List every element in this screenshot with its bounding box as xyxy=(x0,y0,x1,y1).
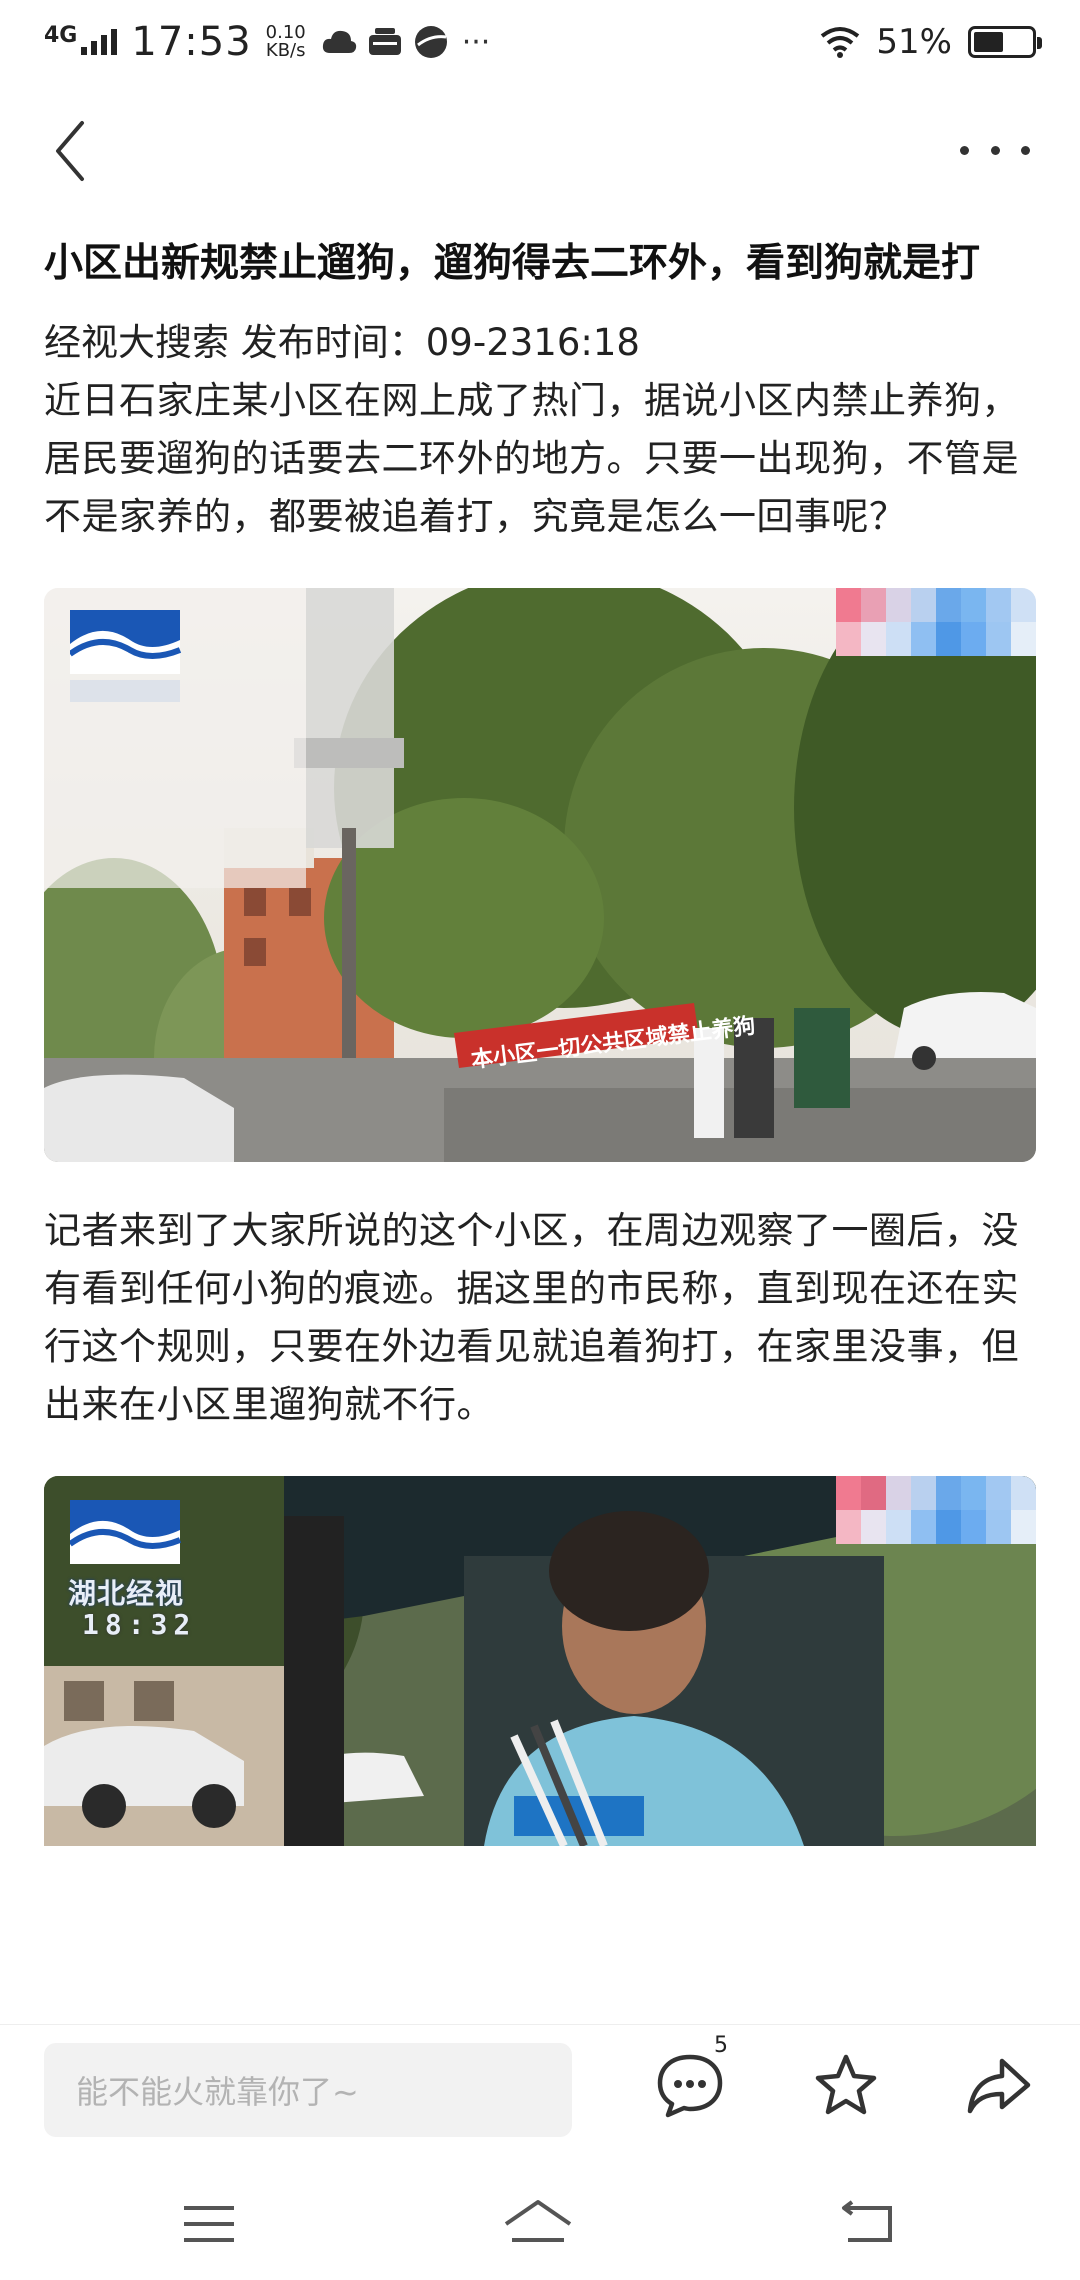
comment-icon xyxy=(657,2054,723,2118)
star-icon xyxy=(815,2054,877,2115)
status-left: 4G 17:53 0.10 KB/s ··· xyxy=(44,19,490,65)
broadcast-clock: 18:32 xyxy=(82,1608,197,1641)
network-speed: 0.10 KB/s xyxy=(266,24,306,60)
chevron-left-icon xyxy=(56,121,84,181)
cell-signal: 4G xyxy=(44,25,118,55)
browser-icon xyxy=(414,26,447,58)
article-image-1[interactable]: 本小区一切公共区域禁止养狗 xyxy=(44,588,1036,1162)
more-notifications-icon: ··· xyxy=(461,24,491,60)
share-button[interactable] xyxy=(962,2047,1038,2123)
more-dot xyxy=(960,145,969,155)
watermark-blur xyxy=(836,588,1036,656)
network-type: 4G xyxy=(44,23,78,48)
cloud-icon xyxy=(322,30,356,53)
back-nav-button[interactable] xyxy=(834,2194,906,2254)
home-button[interactable] xyxy=(502,2194,574,2254)
more-dot xyxy=(990,145,1000,155)
status-right: 51% xyxy=(820,22,1042,62)
article-image-2[interactable]: 湖北经视 18:32 xyxy=(44,1476,1036,1846)
article-header xyxy=(0,100,1080,200)
share-icon xyxy=(967,2058,1031,2114)
battery-icon xyxy=(968,26,1042,58)
article-paragraph-1: 近日石家庄某小区在网上成了热门，据说小区内禁止养狗，居民要遛狗的话要去二环外的地… xyxy=(44,379,1019,538)
status-time: 17:53 xyxy=(131,19,252,65)
signal-bars-icon xyxy=(81,29,118,55)
wifi-icon xyxy=(821,27,860,58)
menu-button[interactable] xyxy=(174,2194,246,2254)
street-scene-image xyxy=(44,588,1036,1162)
notification-icons: ··· xyxy=(320,23,491,61)
back-button[interactable] xyxy=(50,116,110,186)
article-paragraph-2: 记者来到了大家所说的这个小区，在周边观察了一圈后，没有看到任何小狗的痕迹。据这里… xyxy=(44,1209,1019,1426)
status-bar: 4G 17:53 0.10 KB/s ··· 51% xyxy=(0,0,1080,84)
app-icon xyxy=(368,28,401,55)
comment-bar: 能不能火就靠你了~ 5 xyxy=(0,2024,1080,2164)
system-navigation-bar xyxy=(0,2164,1080,2280)
home-icon xyxy=(504,2200,572,2242)
article-content: 小区出新规禁止遛狗，遛狗得去二环外，看到狗就是打 经视大搜索 发布时间：09-2… xyxy=(44,234,1036,1846)
comment-count: 5 xyxy=(714,2033,728,2058)
battery-percent: 51% xyxy=(876,22,952,62)
favorite-button[interactable] xyxy=(808,2047,884,2123)
back-nav-icon xyxy=(842,2200,892,2242)
menu-icon xyxy=(184,2206,234,2242)
article-meta: 经视大搜索 发布时间：09-2316:18 xyxy=(44,321,640,364)
watermark-blur xyxy=(836,1476,1036,1544)
more-dot xyxy=(1021,145,1030,155)
station-name: 湖北经视 xyxy=(68,1577,185,1610)
article-title: 小区出新规禁止遛狗，遛狗得去二环外，看到狗就是打 xyxy=(44,241,981,286)
comment-input[interactable]: 能不能火就靠你了~ xyxy=(44,2043,572,2137)
tv-station-logo xyxy=(68,610,182,710)
tv-station-logo xyxy=(68,1500,182,1574)
network-speed-unit: KB/s xyxy=(265,40,306,61)
more-options-button[interactable] xyxy=(960,130,1030,170)
battery-level xyxy=(974,32,1003,52)
comment-button[interactable] xyxy=(652,2047,728,2123)
